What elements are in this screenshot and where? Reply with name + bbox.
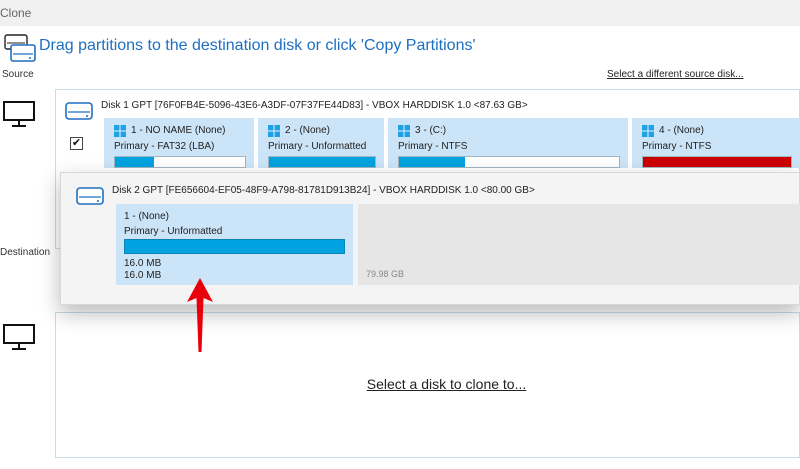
window-title: Clone: [0, 6, 32, 20]
hard-disk-icon: [65, 102, 93, 120]
source-disk-title: Disk 1 GPT [76F0FB4E-5096-43E6-A3DF-07F3…: [101, 100, 528, 111]
windows-logo-icon: [642, 125, 654, 137]
checkmark-icon: ✔: [71, 137, 82, 149]
dragged-disk-title: Disk 2 GPT [FE656604-EF05-48F9-A798-8178…: [112, 185, 535, 196]
partition-name: 1 - NO NAME (None): [131, 125, 226, 136]
windows-logo-icon: [114, 125, 126, 137]
title-bar: [0, 0, 800, 26]
partition-name: 1 - (None): [124, 211, 170, 222]
destination-label: Destination: [0, 247, 51, 258]
source-partition-3[interactable]: 3 - (C:) Primary - NTFS: [388, 118, 628, 168]
windows-logo-icon: [268, 125, 280, 137]
select-destination-disk-link[interactable]: Select a disk to clone to...: [0, 376, 800, 392]
partition-usage-fill: [643, 157, 791, 167]
partition-usage-bar: [114, 156, 246, 168]
partition-name: 3 - (C:): [415, 125, 447, 136]
partition-type: Primary - Unformatted: [124, 226, 223, 237]
dragged-partition[interactable]: 1 - (None) Primary - Unformatted 16.0 MB…: [116, 204, 353, 285]
windows-logo-icon: [398, 125, 410, 137]
partition-size: 16.0 MB: [124, 270, 162, 281]
monitor-icon: [3, 324, 35, 350]
red-arrow-icon: [187, 278, 213, 352]
partition-usage-fill: [399, 157, 465, 167]
hard-disk-icon: [76, 187, 104, 205]
select-source-disk-link[interactable]: Select a different source disk...: [607, 69, 744, 80]
partition-usage-bar: [124, 239, 345, 254]
partition-size: 16.0 MB: [124, 258, 162, 269]
monitor-icon: [3, 101, 35, 127]
partition-name: 4 - (None): [659, 125, 705, 136]
partition-usage-bar: [642, 156, 792, 168]
partition-type: Primary - Unformatted: [268, 141, 367, 152]
source-partition-4[interactable]: 4 - (None) Primary - NTFS: [632, 118, 800, 168]
partition-usage-bar: [268, 156, 376, 168]
partition-usage-fill: [115, 157, 154, 167]
partition-type: Primary - NTFS: [642, 141, 712, 152]
unallocated-size: 79.98 GB: [366, 269, 405, 279]
partition-type: Primary - NTFS: [398, 141, 468, 152]
partition-usage-bar: [398, 156, 620, 168]
partition-name: 2 - (None): [285, 125, 331, 136]
unallocated-space[interactable]: 79.98 GB: [358, 204, 800, 285]
source-label: Source: [2, 69, 34, 80]
instruction-heading: Drag partitions to the destination disk …: [39, 37, 476, 54]
source-partition-2[interactable]: 2 - (None) Primary - Unformatted: [258, 118, 384, 168]
disk-stack-icon: [4, 34, 36, 62]
source-disk-checkbox[interactable]: ✔: [70, 137, 83, 150]
source-partition-1[interactable]: 1 - NO NAME (None) Primary - FAT32 (LBA): [104, 118, 254, 168]
partition-usage-fill: [269, 157, 375, 167]
partition-type: Primary - FAT32 (LBA): [114, 141, 215, 152]
